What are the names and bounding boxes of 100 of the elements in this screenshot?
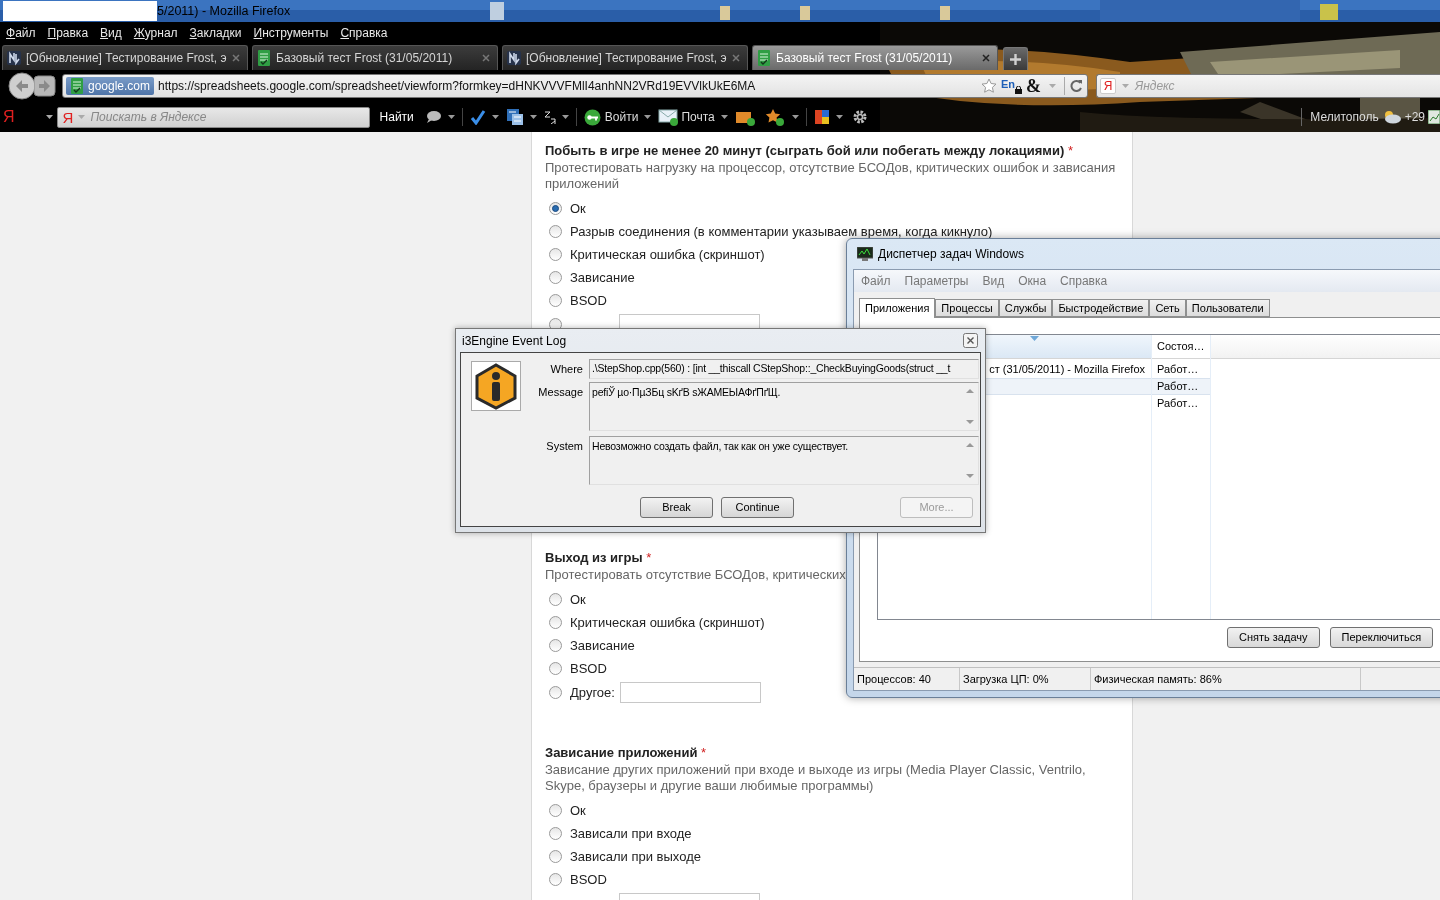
search-field[interactable]: Я Яндекс bbox=[1096, 74, 1440, 98]
caret-icon[interactable] bbox=[720, 115, 728, 119]
caret-icon[interactable] bbox=[529, 115, 537, 119]
cube-icon[interactable] bbox=[813, 109, 830, 125]
star-badge-icon[interactable] bbox=[763, 108, 786, 126]
tab[interactable]: Службы bbox=[998, 299, 1053, 317]
translate-icon[interactable] bbox=[505, 108, 524, 126]
caret-icon[interactable] bbox=[835, 115, 843, 119]
caret-icon[interactable] bbox=[791, 115, 799, 119]
browser-tab[interactable]: Базовый тест Frost (31/05/2011) bbox=[252, 45, 498, 70]
task-button[interactable]: Переключиться bbox=[1329, 627, 1434, 648]
tab[interactable]: Пользователи bbox=[1185, 299, 1270, 317]
status-text: Физическая память: 86% bbox=[1091, 668, 1361, 690]
ampersand-button[interactable]: & bbox=[1026, 77, 1041, 95]
close-icon[interactable] bbox=[732, 54, 740, 62]
dialog-button[interactable]: Break bbox=[640, 497, 713, 518]
menu-item[interactable]: Вид bbox=[100, 23, 122, 42]
task-status[interactable]: Работ… bbox=[1152, 361, 1210, 378]
question-title: Выход из игры * bbox=[545, 550, 653, 566]
radio-button[interactable] bbox=[549, 639, 562, 652]
back-button[interactable] bbox=[8, 72, 36, 100]
radio-button[interactable] bbox=[549, 202, 562, 215]
language-indicator[interactable]: En bbox=[1000, 78, 1015, 90]
star-icon[interactable] bbox=[980, 78, 997, 94]
tab-label: Базовый тест Frost (31/05/2011) bbox=[276, 50, 454, 67]
browser-tab[interactable]: [Обновление] Тестирование Frost, э bbox=[2, 45, 248, 70]
field-label: Message bbox=[537, 385, 583, 400]
text-field[interactable]: .\StepShop.cpp(560) : [int __thiscall CStepShop::_CheckBuyingGoods(struct __t bbox=[589, 359, 979, 379]
menu-item[interactable]: Справка bbox=[1060, 272, 1108, 290]
mail-icon[interactable] bbox=[658, 108, 681, 126]
mail-button[interactable]: Почта bbox=[681, 108, 715, 126]
tab[interactable]: Сеть bbox=[1149, 299, 1186, 317]
radio-button[interactable] bbox=[549, 850, 562, 863]
forum-icon bbox=[7, 50, 21, 66]
radio-button[interactable] bbox=[549, 662, 562, 675]
new-tab-button[interactable] bbox=[1003, 47, 1028, 70]
text-area[interactable]: pefiЎ µо·ПµЗБц sKґВ sЖАМЕЫАФґПґЩ. bbox=[589, 382, 979, 431]
task-button[interactable]: Снять задачу bbox=[1227, 627, 1320, 648]
caret-icon[interactable] bbox=[447, 115, 455, 119]
caret-icon[interactable] bbox=[45, 115, 53, 119]
temperature-label: +29 bbox=[1404, 109, 1425, 126]
plus-icon bbox=[1010, 53, 1021, 65]
menu-item[interactable]: Инструменты bbox=[253, 23, 329, 42]
radio-button[interactable] bbox=[549, 873, 562, 886]
tab[interactable]: Быстродействие bbox=[1052, 299, 1150, 317]
radio-button[interactable] bbox=[549, 616, 562, 629]
task-status[interactable]: Работ… bbox=[1152, 378, 1210, 395]
text-input[interactable] bbox=[619, 682, 761, 703]
tab-label: [Обновление] Тестирование Frost, э bbox=[526, 50, 727, 67]
chart-icon[interactable] bbox=[1428, 110, 1440, 124]
menu-item[interactable]: Вид bbox=[982, 272, 1005, 290]
radio-button[interactable] bbox=[549, 593, 562, 606]
option-label: Критическая ошибка (скриншот) bbox=[570, 613, 765, 632]
radio-button[interactable] bbox=[549, 271, 562, 284]
tab[interactable]: Приложения bbox=[859, 298, 936, 318]
column-header[interactable]: Состоя… bbox=[1152, 335, 1210, 359]
radio-button[interactable] bbox=[549, 248, 562, 261]
menu-item[interactable]: Правка bbox=[47, 23, 89, 42]
option-label: Разрыв соединения (в комментарии указываем время, когда кикнуло) bbox=[570, 222, 993, 241]
menu-item[interactable]: Справка bbox=[340, 23, 388, 42]
menu-item[interactable]: Файл bbox=[861, 272, 891, 290]
login-button[interactable]: Войти bbox=[604, 108, 639, 126]
menu-item[interactable]: Окна bbox=[1018, 272, 1047, 290]
sort-arrow-icon bbox=[1030, 336, 1039, 341]
task-status[interactable]: Работ… bbox=[1152, 395, 1210, 412]
radio-button[interactable] bbox=[549, 827, 562, 840]
task-name[interactable]: ст (31/05/2011) - Mozilla Firefox bbox=[989, 361, 1145, 378]
close-icon[interactable] bbox=[982, 54, 990, 62]
close-icon[interactable] bbox=[482, 54, 490, 62]
dialog-button[interactable]: Continue bbox=[721, 497, 794, 518]
tab[interactable]: Процессы bbox=[935, 299, 999, 317]
spreadsheet-icon bbox=[757, 50, 771, 66]
caret-icon[interactable] bbox=[644, 115, 652, 119]
menu-item[interactable]: Параметры bbox=[904, 272, 969, 290]
browser-tab[interactable]: [Обновление] Тестирование Frost, э bbox=[502, 45, 748, 70]
radio-button[interactable] bbox=[549, 294, 562, 307]
radio-button[interactable] bbox=[549, 804, 562, 817]
text-area[interactable]: Невозможно создать файл, так как он уже существует. bbox=[589, 436, 979, 485]
browser-tab[interactable]: Базовый тест Frost (31/05/2011) bbox=[752, 45, 998, 70]
checkmark-icon[interactable] bbox=[469, 109, 486, 125]
menu-item[interactable]: Закладки bbox=[189, 23, 242, 42]
caret-icon[interactable] bbox=[491, 115, 499, 119]
caret-icon[interactable] bbox=[561, 115, 569, 119]
reload-icon[interactable] bbox=[1069, 79, 1083, 93]
close-button[interactable] bbox=[963, 333, 978, 348]
close-icon[interactable] bbox=[232, 54, 240, 62]
radio-button[interactable] bbox=[549, 686, 562, 699]
find-button[interactable]: Найти bbox=[379, 108, 414, 126]
forward-button[interactable] bbox=[34, 75, 56, 97]
address-bar[interactable]: google.com https://spreadsheets.google.com/spreadsheet/viewform?formkey=dHNKVVVFMlI4anhNN2VRd19EVVlkUkE6MA En & bbox=[62, 74, 1088, 98]
key-icon[interactable] bbox=[583, 108, 601, 126]
menu-item[interactable]: Журнал bbox=[133, 23, 178, 42]
radio-button[interactable] bbox=[549, 225, 562, 238]
letters-icon[interactable] bbox=[543, 110, 556, 124]
site-identity-button[interactable]: google.com bbox=[66, 77, 155, 95]
field-label: System bbox=[545, 439, 583, 454]
settings-icon[interactable] bbox=[851, 109, 868, 125]
yandex-logo[interactable]: Я bbox=[3, 109, 15, 125]
city-label: Мелитополь bbox=[1310, 109, 1379, 126]
menu-item[interactable]: Файл bbox=[6, 23, 36, 42]
